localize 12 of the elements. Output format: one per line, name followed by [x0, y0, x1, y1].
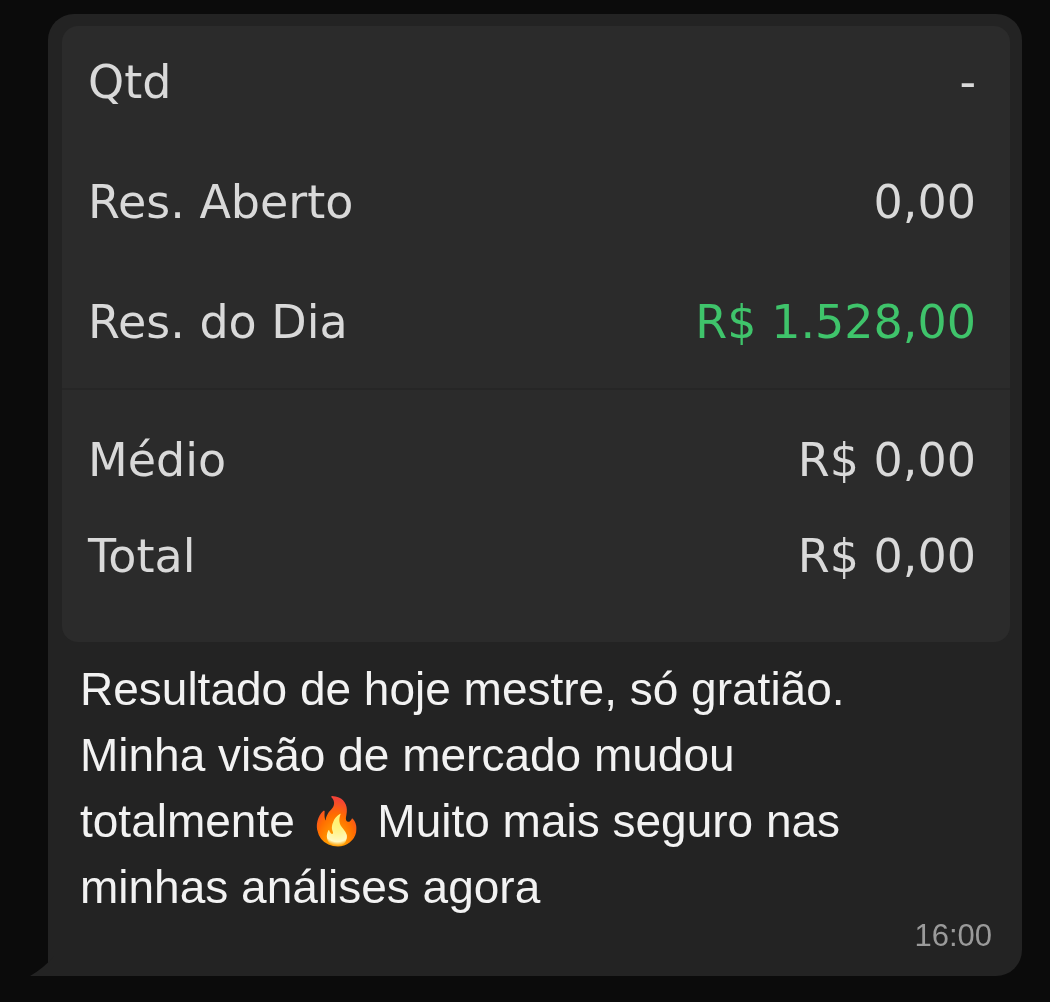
row-value: 0,00 — [873, 175, 976, 229]
row-label: Médio — [88, 433, 227, 487]
row-label: Res. Aberto — [88, 175, 354, 229]
row-value: R$ 1.528,00 — [695, 295, 976, 349]
row-value: R$ 0,00 — [797, 433, 976, 487]
row-label: Total — [88, 529, 196, 583]
row-value: - — [959, 55, 976, 109]
row-value: R$ 0,00 — [797, 529, 976, 583]
row-label: Res. do Dia — [88, 295, 348, 349]
row-label: Qtd — [88, 55, 172, 109]
message-text: Resultado de hoje mestre, só gratião. Minha visão de mercado mudou totalmente 🔥 Muito mais seguro nas minhas análises agora — [80, 662, 846, 915]
message-time: 16:00 — [914, 918, 992, 954]
